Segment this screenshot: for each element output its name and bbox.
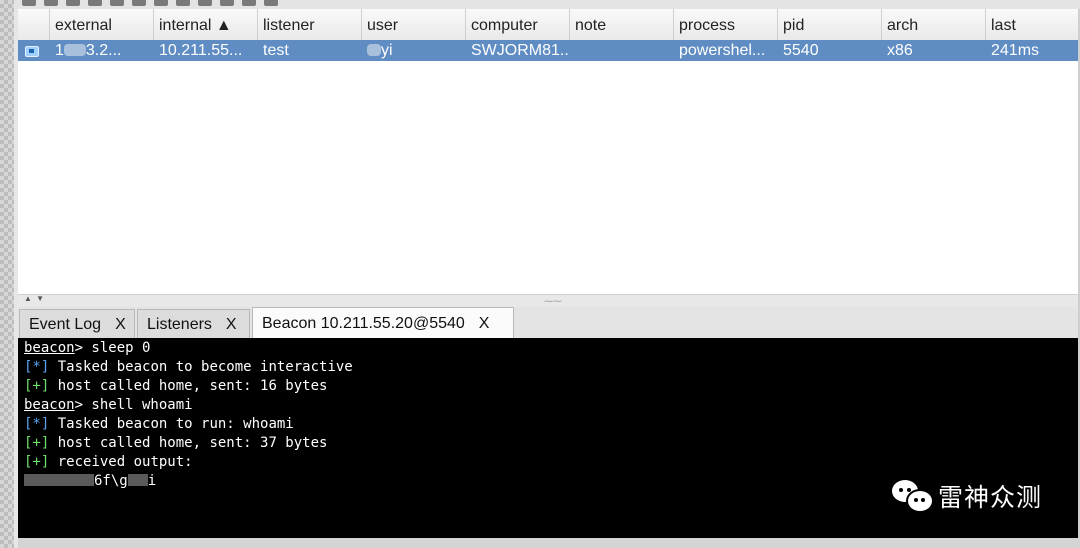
console-output-line: 6f\g i bbox=[24, 472, 156, 491]
table-row[interactable]: 1 3.2... 10.211.55... test yi SWJORM81...… bbox=[18, 40, 1078, 61]
toolbar-connect-icon[interactable] bbox=[22, 0, 36, 6]
user-value: yi bbox=[381, 42, 393, 59]
toolbar-settings-icon[interactable] bbox=[242, 0, 256, 6]
ok-marker: [+] bbox=[24, 454, 50, 470]
console-prompt: beacon bbox=[24, 397, 75, 413]
beacon-icon bbox=[25, 46, 39, 57]
console-text: host called home, sent: 16 bytes bbox=[49, 378, 328, 394]
col-internal[interactable]: internal ▲ bbox=[154, 9, 258, 40]
console-text: Tasked beacon to run: whoami bbox=[49, 416, 294, 432]
toolbar-help-icon[interactable] bbox=[264, 0, 278, 6]
redaction-mark bbox=[367, 44, 381, 56]
toolbar-graph-icon[interactable] bbox=[88, 0, 102, 6]
grip-icon[interactable]: ⁓⁓ bbox=[544, 296, 562, 307]
console-line: [+] host called home, sent: 37 bytes bbox=[24, 434, 327, 453]
col-note[interactable]: note bbox=[570, 9, 674, 40]
console-output-end: i bbox=[147, 473, 157, 489]
wechat-eye bbox=[899, 488, 903, 492]
tab-label: Beacon 10.211.55.20@5540 bbox=[262, 315, 465, 332]
cell-listener: test bbox=[263, 42, 289, 59]
console-command: > shell whoami bbox=[74, 397, 193, 413]
toolbar-keys-icon[interactable] bbox=[176, 0, 190, 6]
console-line: [+] received output: bbox=[24, 453, 193, 472]
cell-internal: 10.211.55... bbox=[159, 42, 243, 59]
console-text: received output: bbox=[49, 454, 193, 470]
window-edge bbox=[0, 0, 14, 548]
toolbar-screenshot-icon[interactable] bbox=[198, 0, 212, 6]
col-last[interactable]: last bbox=[986, 9, 1072, 40]
cell-note bbox=[570, 40, 674, 61]
split-arrows-icon[interactable]: ▲ ▼ bbox=[24, 294, 45, 303]
console-line: [*] Tasked beacon to run: whoami bbox=[24, 415, 294, 434]
col-listener[interactable]: listener bbox=[258, 9, 362, 40]
col-process[interactable]: process bbox=[674, 9, 778, 40]
console-line: [*] Tasked beacon to become interactive bbox=[24, 358, 353, 377]
toolbar-web-icon[interactable] bbox=[154, 0, 168, 6]
wechat-eye bbox=[921, 498, 925, 502]
tab-listeners[interactable]: Listeners X bbox=[137, 309, 250, 338]
col-external[interactable]: external bbox=[50, 9, 154, 40]
external-suffix: 3.2... bbox=[85, 42, 122, 59]
tab-close-button[interactable]: X bbox=[479, 315, 490, 332]
console-line: beacon> shell whoami bbox=[24, 396, 193, 415]
cell-arch: x86 bbox=[887, 42, 913, 59]
tab-close-button[interactable]: X bbox=[115, 316, 126, 333]
window-bottom-edge bbox=[18, 538, 1080, 548]
tab-event-log[interactable]: Event Log X bbox=[19, 309, 135, 338]
wechat-eye bbox=[914, 498, 918, 502]
console-text: host called home, sent: 37 bytes bbox=[49, 435, 328, 451]
col-computer[interactable]: computer bbox=[466, 9, 570, 40]
console-text: Tasked beacon to become interactive bbox=[49, 359, 353, 375]
info-marker: [*] bbox=[24, 359, 50, 375]
cell-pid: 5540 bbox=[783, 42, 819, 59]
sessions-table: external internal ▲ listener user comput… bbox=[18, 9, 1078, 294]
cell-process: powershel... bbox=[679, 42, 766, 59]
console-line: [+] host called home, sent: 16 bytes bbox=[24, 377, 327, 396]
redaction-mark bbox=[24, 474, 94, 486]
console-output: 6f\g bbox=[94, 473, 128, 489]
tab-beacon[interactable]: Beacon 10.211.55.20@5540 X bbox=[252, 307, 514, 339]
watermark: 雷神众测 bbox=[890, 478, 1042, 514]
console-prompt: beacon bbox=[24, 340, 75, 356]
col-arch[interactable]: arch bbox=[882, 9, 986, 40]
row-icon-cell bbox=[18, 40, 50, 61]
ok-marker: [+] bbox=[24, 435, 50, 451]
col-icon[interactable] bbox=[18, 9, 50, 40]
ok-marker: [+] bbox=[24, 378, 50, 394]
wechat-icon bbox=[890, 478, 934, 514]
tab-label: Event Log bbox=[29, 316, 102, 333]
toolbar-downloads-icon[interactable] bbox=[220, 0, 234, 6]
watermark-text: 雷神众测 bbox=[938, 483, 1043, 512]
cell-external: 1 3.2... bbox=[50, 40, 154, 61]
col-pid[interactable]: pid bbox=[778, 9, 882, 40]
console-command: > sleep 0 bbox=[74, 340, 151, 356]
cell-user: yi bbox=[362, 40, 466, 61]
toolbar bbox=[14, 0, 1080, 9]
info-marker: [*] bbox=[24, 416, 50, 432]
external-prefix: 1 bbox=[55, 42, 64, 59]
cell-last: 241ms bbox=[991, 42, 1040, 59]
table-header: external internal ▲ listener user comput… bbox=[18, 9, 1078, 41]
tab-close-button[interactable]: X bbox=[226, 316, 237, 333]
tab-label: Listeners bbox=[147, 316, 212, 333]
toolbar-targets-icon[interactable] bbox=[132, 0, 146, 6]
toolbar-listeners-icon[interactable] bbox=[66, 0, 80, 6]
redaction-mark bbox=[63, 44, 86, 56]
col-user[interactable]: user bbox=[362, 9, 466, 40]
redaction-mark bbox=[127, 474, 148, 486]
wechat-bubble-small bbox=[906, 489, 934, 513]
toolbar-table-icon[interactable] bbox=[110, 0, 124, 6]
cell-computer: SWJORM81... bbox=[471, 42, 570, 59]
toolbar-disconnect-icon[interactable] bbox=[44, 0, 58, 6]
tab-bar: Event Log X Listeners X Beacon 10.211.55.2… bbox=[18, 307, 1080, 339]
console-line: beacon> sleep 0 bbox=[24, 339, 150, 358]
